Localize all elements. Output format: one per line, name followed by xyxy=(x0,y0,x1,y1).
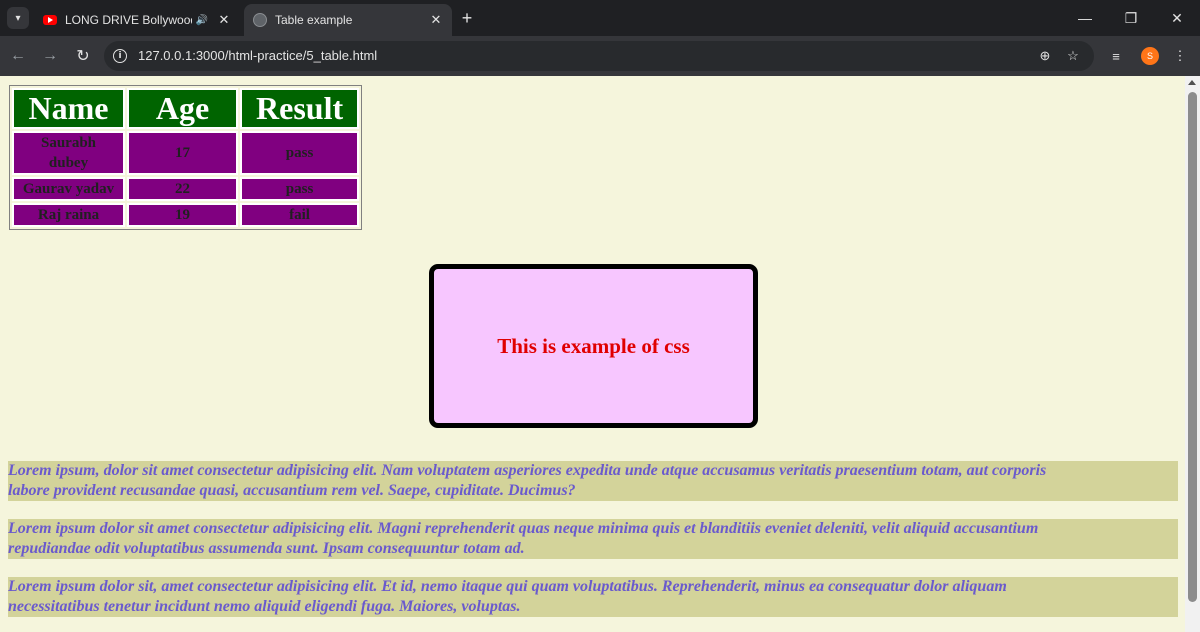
restore-button[interactable]: ❐ xyxy=(1108,0,1154,36)
scroll-thumb[interactable] xyxy=(1188,92,1197,602)
tab-strip: ▾ LONG DRIVE Bollywood Mu 🔊 ✕ Table exam… xyxy=(0,0,1200,36)
cell-name-line: Raj raina xyxy=(37,207,100,223)
cell-result: fail xyxy=(240,203,360,227)
paragraph-line: repudiandae odit voluptatibus assumenda … xyxy=(8,540,525,557)
lorem-paragraph-2: Lorem ipsum dolor sit amet consectetur a… xyxy=(8,519,1178,559)
back-button[interactable]: ← xyxy=(6,44,30,68)
results-table: Name Age Result Saurabh dubey 17 pass Ga… xyxy=(9,85,363,230)
paragraph-line: necessitatibus tenetur incidunt nemo ali… xyxy=(8,598,521,615)
paragraph-line: labore provident recusandae quasi, accus… xyxy=(8,482,576,499)
youtube-icon xyxy=(42,12,58,28)
table-header-row: Name Age Result xyxy=(12,88,360,129)
browser-toolbar: ← → ↻ i 127.0.0.1:3000/html-practice/5_t… xyxy=(0,36,1200,76)
tab-title: Table example xyxy=(275,13,353,27)
paragraph-line: Lorem ipsum dolor sit, amet consectetur … xyxy=(8,578,1007,595)
css-example-text: This is example of css xyxy=(497,333,690,358)
table-row: Gaurav yadav 22 pass xyxy=(12,177,360,201)
tab-search-button[interactable]: ▾ xyxy=(7,7,29,29)
css-example-box: This is example of css xyxy=(429,264,758,428)
header-result: Result xyxy=(240,88,360,129)
header-age: Age xyxy=(127,88,238,129)
cell-name-line: Gaurav yadav xyxy=(22,181,115,197)
forward-button[interactable]: → xyxy=(38,44,62,68)
cell-age: 22 xyxy=(127,177,238,201)
speaker-icon[interactable]: 🔊 xyxy=(196,15,208,26)
address-bar[interactable]: i 127.0.0.1:3000/html-practice/5_table.h… xyxy=(104,41,1094,71)
paragraph-line: Lorem ipsum dolor sit amet consectetur a… xyxy=(8,520,1039,537)
page-content: Name Age Result Saurabh dubey 17 pass Ga… xyxy=(0,76,1185,632)
close-tab-icon[interactable]: ✕ xyxy=(216,12,232,28)
table-row: Raj raina 19 fail xyxy=(12,203,360,227)
profile-avatar[interactable]: S xyxy=(1141,47,1159,65)
cell-name: Gaurav yadav xyxy=(12,177,125,201)
cell-name-line: dubey xyxy=(48,155,89,171)
cell-result: pass xyxy=(240,177,360,201)
paragraph-line: Lorem ipsum, dolor sit amet consectetur … xyxy=(8,462,1047,479)
cell-name: Saurabh dubey xyxy=(12,131,125,175)
header-name: Name xyxy=(12,88,125,129)
lorem-paragraph-3: Lorem ipsum dolor sit, amet consectetur … xyxy=(8,577,1178,617)
new-tab-button[interactable]: + xyxy=(457,7,477,29)
scroll-up-arrow-icon[interactable] xyxy=(1188,80,1196,85)
lorem-paragraph-1: Lorem ipsum, dolor sit amet consectetur … xyxy=(8,461,1178,501)
page-scrollbar[interactable] xyxy=(1185,76,1200,632)
tab-title: LONG DRIVE Bollywood Mu xyxy=(65,13,192,27)
site-info-icon[interactable]: i xyxy=(113,49,127,63)
cell-name: Raj raina xyxy=(12,203,125,227)
cell-age: 17 xyxy=(127,131,238,175)
table-row: Saurabh dubey 17 pass xyxy=(12,131,360,175)
window-close-button[interactable]: ✕ xyxy=(1154,0,1200,36)
cell-age: 19 xyxy=(127,203,238,227)
cell-result: pass xyxy=(240,131,360,175)
bookmark-star-icon[interactable]: ☆ xyxy=(1064,47,1082,65)
minimize-button[interactable]: — xyxy=(1062,0,1108,36)
menu-icon[interactable]: ⋮ xyxy=(1168,44,1192,68)
media-controls-icon[interactable]: ≡ xyxy=(1104,44,1128,68)
tab-youtube[interactable]: LONG DRIVE Bollywood Mu 🔊 ✕ xyxy=(34,4,240,36)
tab-table-example[interactable]: Table example ✕ xyxy=(244,4,452,36)
globe-icon xyxy=(252,12,268,28)
zoom-icon[interactable]: ⊕ xyxy=(1036,47,1054,65)
url-text[interactable]: 127.0.0.1:3000/html-practice/5_table.htm… xyxy=(138,48,377,63)
reload-button[interactable]: ↻ xyxy=(71,44,95,68)
cell-name-line: Saurabh xyxy=(40,135,97,151)
close-tab-icon[interactable]: ✕ xyxy=(428,12,444,28)
